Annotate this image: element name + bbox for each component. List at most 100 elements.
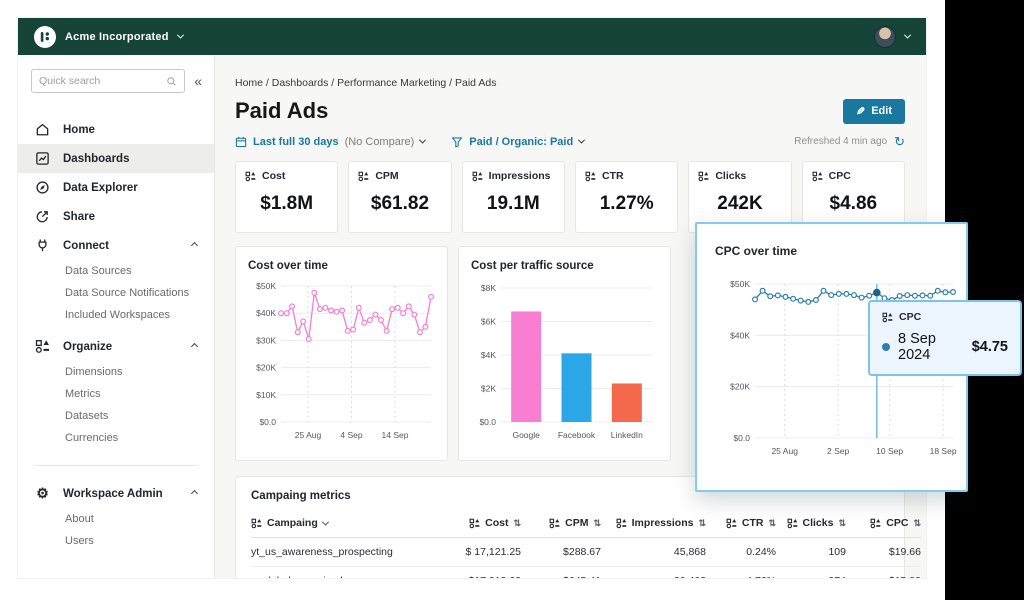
svg-text:$0.0: $0.0 (259, 417, 276, 427)
chart-title: Cost per traffic source (471, 260, 662, 272)
column-header-campaing[interactable]: Campaing (251, 511, 426, 538)
sidebar-item-dashboards[interactable]: Dashboards (18, 144, 214, 173)
cost-per-source-card: Cost per traffic source $8K$6K$4K$2K$0.0… (458, 246, 671, 461)
cell-cpc: $19.66 (846, 538, 921, 567)
column-header-cost[interactable]: Cost⇅ (426, 511, 521, 538)
sort-icon: ⇅ (593, 518, 601, 529)
svg-text:$0.0: $0.0 (479, 417, 496, 427)
metric-icon (616, 518, 627, 529)
column-header-clicks[interactable]: Clicks ⇅ (776, 511, 846, 538)
sidebar-subitem-included-workspaces[interactable]: Included Workspaces (18, 304, 214, 326)
paid-organic-label: Paid / Organic: Paid (469, 136, 573, 148)
sidebar-item-organize[interactable]: Organize (18, 332, 214, 361)
sidebar-subitem-about[interactable]: About (18, 508, 214, 530)
sort-icon: ⇅ (513, 518, 521, 529)
sidebar-subitem-currencies[interactable]: Currencies (18, 427, 214, 449)
refresh-icon[interactable]: ↻ (894, 135, 905, 148)
date-range-filter[interactable]: Last full 30 days (No Compare) (235, 136, 425, 148)
svg-text:$10K: $10K (256, 390, 276, 400)
sort-icon: ⇅ (838, 518, 846, 529)
brand-logo-icon (34, 26, 56, 48)
column-label: Clicks (803, 517, 834, 529)
svg-text:Google: Google (512, 430, 540, 440)
paid-organic-filter[interactable]: Paid / Organic: Paid (451, 136, 584, 148)
sort-icon: ⇅ (768, 518, 776, 529)
metric-icon (585, 171, 596, 182)
campaign-metrics-table: Campaing Cost⇅ CPM ⇅ Impressions⇅ CTR⇅ Cl… (251, 511, 921, 578)
sidebar-item-label: Home (63, 124, 95, 136)
sidebar-subitem-users[interactable]: Users (18, 530, 214, 552)
org-chevron-down-icon (177, 32, 184, 39)
chevron-down-icon (578, 137, 585, 144)
chevron-up-icon (191, 242, 198, 249)
refreshed-status: Refreshed 4 min ago (794, 136, 887, 147)
sidebar-subitem-dimensions[interactable]: Dimensions (18, 361, 214, 383)
kpi-value: $61.82 (358, 193, 441, 215)
cell-cost: $ 17,121.25 (426, 538, 521, 567)
page-title: Paid Ads (235, 98, 328, 124)
gear-icon: ⚙ (35, 486, 50, 501)
kpi-value: $1.8M (245, 193, 328, 215)
kpi-label: Impressions (489, 170, 551, 182)
sidebar-subitem-datasets[interactable]: Datasets (18, 405, 214, 427)
sidebar-item-share[interactable]: Share (18, 202, 214, 231)
organize-icon (35, 339, 50, 354)
chart-title: CPC over time (715, 244, 966, 258)
column-header-impressions[interactable]: Impressions⇅ (601, 511, 706, 538)
sidebar-item-connect[interactable]: Connect (18, 231, 214, 260)
svg-text:$30K: $30K (256, 335, 276, 345)
plug-icon (35, 238, 50, 253)
sidebar-item-label: Workspace Admin (63, 488, 163, 500)
metric-icon (870, 518, 881, 529)
kpi-label: Clicks (715, 170, 746, 182)
svg-text:$4K: $4K (481, 350, 496, 360)
svg-text:$0.0: $0.0 (733, 433, 750, 443)
svg-text:$50K: $50K (256, 281, 276, 291)
search-input[interactable] (39, 75, 162, 87)
column-header-cpc[interactable]: CPC⇅ (846, 511, 921, 538)
svg-text:4 Sep: 4 Sep (340, 430, 362, 440)
svg-text:$50K: $50K (730, 279, 750, 289)
sidebar-item-home[interactable]: Home (18, 115, 214, 144)
sidebar-item-label: Data Explorer (63, 182, 138, 194)
sidebar-subitem-data-source-notifications[interactable]: Data Source Notifications (18, 282, 214, 304)
edit-button-label: Edit (871, 105, 892, 117)
column-header-ctr[interactable]: CTR⇅ (706, 511, 776, 538)
kpi-label: CTR (602, 170, 624, 182)
org-switcher[interactable]: Acme Incorporated (34, 26, 183, 48)
sidebar-subitem-metrics[interactable]: Metrics (18, 383, 214, 405)
svg-text:$2K: $2K (481, 384, 496, 394)
dashboards-icon (35, 151, 50, 166)
kpi-value: $4.86 (812, 193, 895, 215)
cost-over-time-card: Cost over time $50K$40K$30K$20K$10K$0.02… (235, 246, 448, 461)
kpi-value: 242K (698, 193, 781, 215)
metric-icon (812, 171, 823, 182)
sidebar-collapse-icon[interactable]: « (194, 74, 201, 88)
kpi-label: Cost (262, 170, 285, 182)
cell-cpc: $15.80 (846, 567, 921, 579)
quick-search-box[interactable] (31, 69, 185, 93)
column-label: CPM (565, 517, 588, 529)
edit-button[interactable]: ✎ Edit (843, 99, 905, 124)
svg-text:$40K: $40K (256, 308, 276, 318)
sidebar-nav: Home Dashboards Data Explorer Share Conn… (18, 115, 214, 552)
cell-campaign: g_global_generic_dsa (251, 567, 426, 579)
user-menu[interactable] (874, 26, 910, 48)
tooltip-date: 8 Sep 2024 (898, 331, 964, 363)
cell-clicks: 974 (776, 567, 846, 579)
chevron-up-icon (191, 490, 198, 497)
chart-title: Cost over time (248, 260, 439, 272)
cell-cpm: $288.67 (521, 538, 601, 567)
metric-icon (469, 518, 480, 529)
sidebar-item-workspace-admin[interactable]: ⚙ Workspace Admin (18, 479, 214, 508)
sidebar-item-data-explorer[interactable]: Data Explorer (18, 173, 214, 202)
sidebar-subitem-data-sources[interactable]: Data Sources (18, 260, 214, 282)
svg-text:14 Sep: 14 Sep (382, 430, 409, 440)
pencil-icon: ✎ (856, 105, 865, 118)
filter-bar: Last full 30 days (No Compare) Paid / Or… (235, 135, 905, 148)
svg-text:Facebook: Facebook (558, 430, 596, 440)
column-header-cpm[interactable]: CPM ⇅ (521, 511, 601, 538)
metric-icon (726, 518, 737, 529)
chevron-up-icon (191, 343, 198, 350)
breadcrumb[interactable]: Home / Dashboards / Performance Marketin… (235, 77, 905, 89)
